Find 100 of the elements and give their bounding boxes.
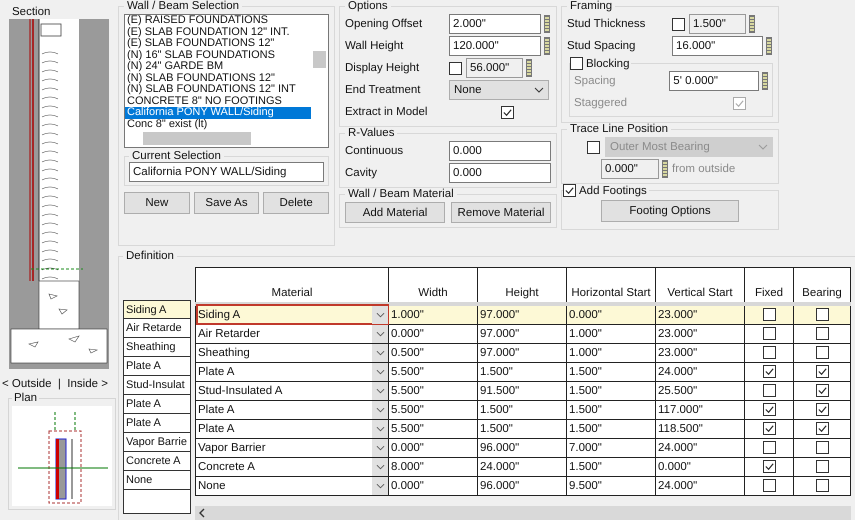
value-field[interactable]: 1.500" — [689, 14, 746, 34]
row-header[interactable]: Plate A — [123, 357, 191, 376]
material-dropdown[interactable]: Air Retarder — [196, 324, 388, 344]
value-field[interactable]: 120.000" — [449, 36, 541, 56]
spin-button[interactable] — [749, 15, 755, 33]
checkbox[interactable] — [762, 346, 776, 359]
row-header[interactable]: Air Retarde — [123, 319, 191, 338]
list-item[interactable]: (N) SLAB FOUNDATIONS 12" — [125, 72, 313, 84]
spin-button[interactable] — [526, 59, 532, 77]
table-cell: 1.500" — [566, 400, 656, 420]
side-labels: < Outside | Inside > — [2, 378, 108, 390]
checkbox[interactable] — [816, 326, 828, 340]
spin-button[interactable] — [662, 160, 668, 178]
value-field[interactable]: 56.000" — [466, 58, 523, 78]
material-dropdown[interactable]: Siding A — [196, 304, 388, 324]
list-item[interactable]: (E) RAISED FOUNDATIONS — [125, 15, 313, 26]
list-item[interactable]: Conc 8" exist (lt) — [125, 118, 313, 130]
action-button[interactable]: New — [124, 192, 190, 214]
table-cell: 1.500" — [478, 420, 566, 438]
caret-icon — [376, 388, 384, 394]
checkbox[interactable] — [762, 440, 776, 454]
checkbox[interactable] — [762, 478, 776, 492]
horizontal-scrollbar[interactable] — [195, 506, 851, 520]
checkbox[interactable] — [816, 440, 828, 454]
column-header[interactable]: Horizontal Start — [566, 268, 656, 304]
section-title: Section — [12, 6, 50, 18]
spin-button[interactable] — [544, 15, 550, 33]
value-field[interactable]: 0.000 — [449, 141, 551, 161]
row-header[interactable]: Concrete A — [123, 452, 191, 471]
value-field[interactable]: 2.000" — [449, 14, 541, 34]
material-dropdown[interactable]: Concrete A — [196, 458, 388, 476]
checkbox[interactable] — [816, 364, 828, 378]
action-button[interactable]: Save As — [194, 192, 260, 214]
checkbox[interactable] — [816, 384, 828, 397]
list-item[interactable]: (E) SLAB FOUNDATIONS 12" — [125, 38, 313, 50]
column-header[interactable]: Material — [196, 268, 388, 304]
action-button[interactable]: Delete — [263, 192, 330, 214]
material-dropdown[interactable]: Stud-Insulated A — [196, 382, 388, 400]
checkbox[interactable] — [587, 140, 600, 154]
material-dropdown[interactable]: None — [196, 476, 388, 496]
current-selection-field[interactable]: California PONY WALL/Siding — [129, 162, 324, 182]
column-header[interactable]: Height — [478, 268, 566, 304]
checkbox[interactable] — [563, 184, 576, 197]
list-item[interactable]: (N) 16" SLAB FOUNDATIONS — [125, 50, 313, 61]
checkbox[interactable] — [816, 460, 828, 473]
table-cell: 0.000" — [656, 458, 744, 476]
row-header[interactable]: Siding A — [123, 300, 191, 319]
material-button[interactable]: Remove Material — [451, 202, 551, 223]
list-item[interactable]: (N) SLAB FOUNDATIONS 12" INT — [125, 84, 313, 96]
value-field[interactable]: 16.000" — [672, 36, 763, 56]
list-item[interactable]: CONCRETE 8" NO FOOTINGS — [125, 96, 313, 107]
checkbox[interactable] — [816, 402, 828, 416]
column-header[interactable]: Width — [388, 268, 478, 304]
row-header[interactable]: Plate A — [123, 395, 191, 414]
column-header[interactable]: Fixed — [744, 268, 794, 304]
value-field[interactable]: 0.000 — [449, 163, 551, 183]
checkbox[interactable] — [816, 478, 828, 492]
checkbox[interactable] — [816, 308, 828, 321]
footing-options-button[interactable]: Footing Options — [601, 200, 739, 222]
checkbox[interactable] — [449, 62, 462, 74]
row-header[interactable]: None — [123, 471, 191, 490]
value-field[interactable]: 0.000" — [601, 159, 659, 179]
dropdown[interactable]: None — [449, 80, 549, 100]
table-cell: 1.000" — [566, 344, 656, 362]
checkbox[interactable] — [762, 326, 776, 340]
row-header[interactable]: Plate A — [123, 414, 191, 433]
column-header[interactable]: Vertical Start — [656, 268, 744, 304]
list-item[interactable]: (E) SLAB FOUNDATION 12" INT. — [125, 26, 313, 38]
row-header[interactable]: Stud-Insulat — [123, 376, 191, 395]
material-dropdown[interactable]: Plate A — [196, 400, 388, 420]
column-header[interactable]: Bearing — [794, 268, 850, 304]
spin-button[interactable] — [544, 37, 550, 55]
checkbox[interactable] — [672, 18, 685, 30]
row-header[interactable]: Vapor Barrie — [123, 433, 191, 452]
spin-button[interactable] — [766, 37, 772, 55]
checkbox[interactable] — [762, 308, 776, 321]
checkbox[interactable] — [762, 384, 776, 397]
checkbox[interactable] — [762, 402, 776, 416]
material-dropdown[interactable]: Plate A — [196, 420, 388, 438]
checkbox[interactable] — [733, 96, 746, 110]
material-dropdown[interactable]: Plate A — [196, 362, 388, 382]
table-cell: 5.500" — [388, 382, 478, 400]
spin-button[interactable] — [762, 72, 768, 90]
list-item[interactable]: California PONY WALL/Siding — [125, 107, 313, 118]
material-dropdown[interactable]: Vapor Barrier — [196, 438, 388, 458]
checkbox[interactable] — [762, 422, 776, 435]
row-header[interactable]: Sheathing — [123, 338, 191, 357]
value-field[interactable]: 5' 0.000" — [669, 71, 760, 91]
checkbox[interactable] — [501, 106, 514, 118]
caret-icon — [534, 87, 544, 93]
checkbox[interactable] — [762, 460, 776, 473]
caret-icon — [376, 445, 384, 451]
material-dropdown[interactable]: Sheathing — [196, 344, 388, 362]
material-button[interactable]: Add Material — [345, 202, 445, 223]
checkbox[interactable] — [570, 57, 583, 70]
list-item[interactable]: (N) 24" GARDE BM — [125, 61, 313, 72]
checkbox[interactable] — [816, 422, 828, 435]
checkbox[interactable] — [762, 364, 776, 378]
checkbox[interactable] — [816, 346, 828, 359]
table-cell: 9.500" — [566, 476, 656, 496]
